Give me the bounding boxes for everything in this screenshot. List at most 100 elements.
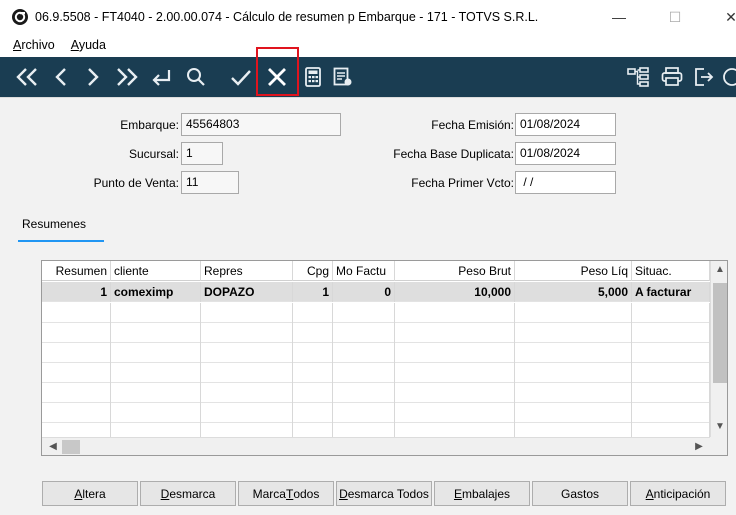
desmarca-button[interactable]: Desmarca [140,481,236,506]
print-icon[interactable] [658,57,686,97]
window-title: 06.9.5508 - FT4040 - 2.00.00.074 - Cálcu… [35,10,539,24]
col-peso-liq[interactable]: Peso Líq [515,261,632,281]
table-row[interactable] [42,403,710,423]
scroll-corner [710,437,727,455]
empty-cell [293,383,333,403]
empty-cell [111,403,201,423]
empty-cell [201,323,293,343]
menu-archivo[interactable]: Archivo [13,38,55,52]
tree-icon[interactable] [624,57,652,97]
empty-cell [395,403,515,423]
empty-cell [632,303,710,323]
vertical-scrollbar[interactable]: ▲ ▼ [710,261,727,437]
empty-cell [111,343,201,363]
sucursal-field[interactable]: 1 [181,142,223,165]
empty-cell [42,303,111,323]
altera-button[interactable]: Altera [42,481,138,506]
maximize-button[interactable]: ☐ [652,0,698,34]
cell-situac: A facturar [632,282,710,302]
empty-cell [201,363,293,383]
cell-cpg: 1 [293,282,333,302]
exit-icon[interactable] [690,57,718,97]
vertical-scroll-thumb[interactable] [713,283,727,383]
col-peso-brut[interactable]: Peso Brut [395,261,515,281]
table-row[interactable] [42,343,710,363]
empty-cell [293,303,333,323]
col-situac[interactable]: Situac. [632,261,710,281]
scroll-right-icon[interactable]: ▶ [690,441,708,452]
scroll-down-icon[interactable]: ▼ [711,421,727,432]
anticipacion-button[interactable]: Anticipación [630,481,726,506]
empty-cell [632,403,710,423]
empty-cell [395,343,515,363]
horizontal-scrollbar[interactable]: ◀ ▶ [42,437,710,455]
embarque-field[interactable]: 45564803 [181,113,341,136]
empty-cell [515,303,632,323]
first-icon[interactable] [10,57,44,97]
empty-cell [293,343,333,363]
col-cliente[interactable]: cliente [111,261,201,281]
prev-icon[interactable] [48,57,74,97]
embarque-label: Embarque: [120,118,179,132]
empty-cell [395,303,515,323]
cancel-icon[interactable] [262,57,292,97]
confirm-icon[interactable] [226,57,256,97]
table-row[interactable] [42,383,710,403]
desmarca-todos-button[interactable]: Desmarca Todos [336,481,432,506]
table-row[interactable]: 1 comeximp DOPAZO 1 0 10,000 5,000 A fac… [42,282,710,302]
empty-cell [333,383,395,403]
enter-icon[interactable] [146,57,176,97]
menu-ayuda[interactable]: Ayuda [71,38,106,52]
cell-repres: DOPAZO [201,282,293,302]
scroll-up-icon[interactable]: ▲ [711,264,727,275]
header-form: Embarque: 45564803 Sucursal: 1 Punto de … [0,97,736,207]
tab-resumenes[interactable]: Resumenes [18,217,90,239]
scroll-left-icon[interactable]: ◀ [44,441,62,452]
empty-cell [333,343,395,363]
table-row[interactable] [42,323,710,343]
close-window-button[interactable]: ✕ [708,0,736,34]
empty-cell [42,403,111,423]
cell-cliente: comeximp [111,282,201,302]
search-icon[interactable] [182,57,210,97]
empty-cell [515,323,632,343]
col-cpg[interactable]: Cpg [293,261,333,281]
fecha-base-field[interactable]: 01/08/2024 [515,142,616,165]
app-logo-icon [12,9,28,25]
empty-cell [201,383,293,403]
punto-venta-field[interactable]: 11 [181,171,239,194]
cell-mo-factu: 0 [333,282,395,302]
empty-cell [632,363,710,383]
col-mo-factu[interactable]: Mo Factu [333,261,395,281]
calculator-icon[interactable] [300,57,326,97]
empty-cell [111,383,201,403]
resumenes-grid[interactable]: Resumen cliente Repres Cpg Mo Factu Peso… [41,260,728,456]
empty-cell [515,383,632,403]
report-icon[interactable] [330,57,356,97]
empty-cell [201,343,293,363]
embalajes-button[interactable]: Embalajes [434,481,530,506]
punto-venta-label: Punto de Venta: [93,176,179,190]
last-icon[interactable] [110,57,144,97]
empty-cell [515,343,632,363]
empty-cell [395,363,515,383]
empty-cell [293,323,333,343]
empty-cell [515,403,632,423]
col-repres[interactable]: Repres [201,261,293,281]
horizontal-scroll-thumb[interactable] [62,440,80,454]
fecha-primer-vcto-field[interactable]: / / [515,171,616,194]
table-row[interactable] [42,303,710,323]
empty-cell [293,403,333,423]
table-row[interactable] [42,363,710,383]
next-icon[interactable] [80,57,106,97]
fecha-emision-field[interactable]: 01/08/2024 [515,113,616,136]
help-icon[interactable] [722,57,736,97]
gastos-button[interactable]: Gastos [532,481,628,506]
marca-todos-button[interactable]: Marca Todos [238,481,334,506]
empty-cell [201,303,293,323]
empty-cell [111,303,201,323]
fecha-primer-vcto-label: Fecha Primer Vcto: [411,176,514,190]
col-resumen[interactable]: Resumen [42,261,111,281]
minimize-button[interactable]: — [596,0,642,34]
empty-cell [111,323,201,343]
